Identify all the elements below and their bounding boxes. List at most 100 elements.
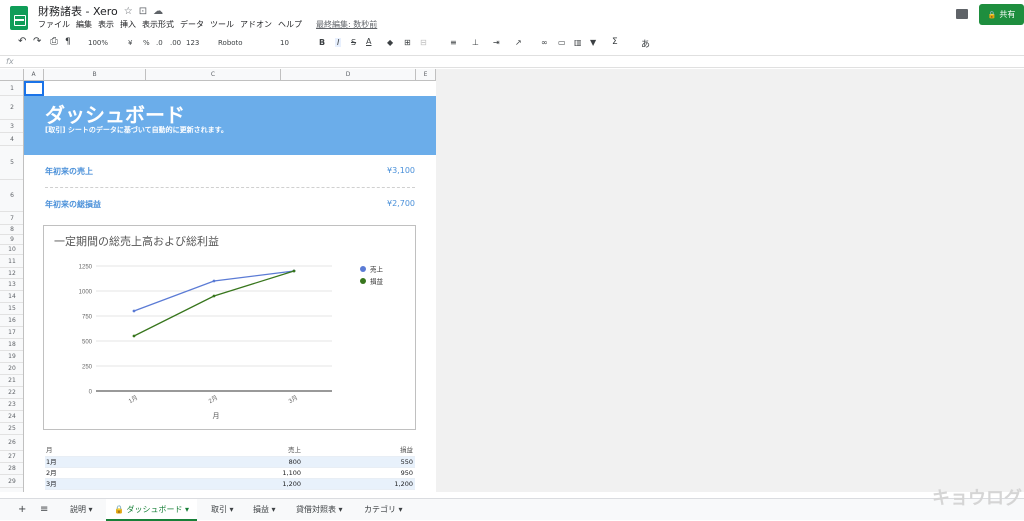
- row-header[interactable]: 13: [0, 279, 23, 291]
- row-header[interactable]: 15: [0, 303, 23, 315]
- menu-format[interactable]: 表示形式: [142, 19, 174, 30]
- row-header[interactable]: 3: [0, 120, 23, 133]
- link-icon[interactable]: ∞: [541, 38, 548, 47]
- menu-tools[interactable]: ツール: [210, 19, 234, 30]
- tab-label: ダッシュボード: [126, 505, 183, 514]
- row-header[interactable]: 26: [0, 435, 23, 451]
- row-header[interactable]: 20: [0, 363, 23, 375]
- table-cell: 950: [400, 469, 413, 477]
- row-header[interactable]: 10: [0, 245, 23, 255]
- row-header[interactable]: 18: [0, 339, 23, 351]
- tab-balance-sheet[interactable]: 貸借対照表 ▾: [288, 499, 351, 521]
- font-select[interactable]: Roboto: [218, 39, 243, 47]
- lock-icon: 🔒: [987, 10, 997, 19]
- row-header[interactable]: 2: [0, 96, 23, 120]
- text-rotate-icon[interactable]: ↗: [515, 38, 522, 47]
- row-header[interactable]: 8: [0, 225, 23, 235]
- input-tools-button[interactable]: あ: [641, 37, 650, 50]
- move-folder-icon[interactable]: ⊡: [139, 6, 147, 17]
- row-header[interactable]: 27: [0, 451, 23, 463]
- row-header[interactable]: 7: [0, 212, 23, 225]
- tab-categories[interactable]: カテゴリ ▾: [356, 499, 411, 521]
- selected-cell[interactable]: [24, 81, 44, 96]
- borders-icon[interactable]: ⊞: [404, 38, 411, 47]
- row-header[interactable]: 9: [0, 235, 23, 245]
- row-header[interactable]: 21: [0, 375, 23, 387]
- row-header[interactable]: 14: [0, 291, 23, 303]
- print-icon[interactable]: ⎙: [50, 36, 58, 47]
- select-all-corner[interactable]: [0, 69, 24, 81]
- tab-instructions[interactable]: 説明 ▾: [62, 499, 101, 521]
- row-header[interactable]: 5: [0, 146, 23, 180]
- row-header[interactable]: 6: [0, 180, 23, 212]
- table-cell: 1,100: [282, 469, 301, 477]
- redo-icon[interactable]: ↷: [33, 36, 41, 47]
- text-wrap-icon[interactable]: ⇥: [493, 38, 500, 47]
- menu-addons[interactable]: アドオン: [240, 19, 272, 30]
- table-cell: 3月: [46, 480, 57, 488]
- menu-insert[interactable]: 挿入: [120, 19, 136, 30]
- row-header[interactable]: 23: [0, 399, 23, 411]
- tab-transactions[interactable]: 取引 ▾: [203, 499, 242, 521]
- y-tick-label: 1250: [79, 265, 93, 271]
- tab-pnl[interactable]: 損益 ▾: [245, 499, 284, 521]
- increase-decimal-button[interactable]: .00: [170, 39, 181, 47]
- align-horizontal-icon[interactable]: ≡: [450, 38, 457, 47]
- sheets-logo-icon[interactable]: [10, 6, 28, 30]
- merge-cells-icon[interactable]: ⊟: [420, 38, 427, 47]
- table-header-row: 月 売上 損益: [45, 443, 415, 457]
- functions-icon[interactable]: Σ: [612, 37, 618, 47]
- menu-data[interactable]: データ: [180, 19, 204, 30]
- font-size-select[interactable]: 10: [280, 39, 289, 47]
- align-vertical-icon[interactable]: ⊥: [472, 38, 479, 47]
- share-button[interactable]: 🔒 共有: [979, 4, 1024, 25]
- line-chart[interactable]: 一定期間の総売上高および総利益 0 250 500 750 1000 1250 1月 2月 3月月…: [43, 225, 416, 430]
- fill-color-icon[interactable]: ◆: [387, 38, 393, 47]
- data-point: [212, 279, 216, 283]
- currency-button[interactable]: ¥: [128, 39, 132, 47]
- row-header[interactable]: 22: [0, 387, 23, 399]
- all-sheets-button[interactable]: ≡: [40, 499, 48, 521]
- column-header-e[interactable]: E: [416, 69, 436, 81]
- decrease-decimal-button[interactable]: .0: [156, 39, 163, 47]
- undo-icon[interactable]: ↶: [18, 36, 26, 47]
- row-header[interactable]: 29: [0, 475, 23, 488]
- formula-bar[interactable]: fx: [0, 55, 1024, 68]
- last-edit-link[interactable]: 最終編集: 数秒前: [316, 19, 377, 30]
- row-header[interactable]: 11: [0, 255, 23, 268]
- row-header[interactable]: 12: [0, 268, 23, 279]
- document-title[interactable]: 財務諸表 - Xero: [38, 3, 118, 19]
- menu-help[interactable]: ヘルプ: [278, 19, 302, 30]
- add-sheet-button[interactable]: +: [18, 499, 26, 521]
- menu-edit[interactable]: 編集: [76, 19, 92, 30]
- row-header[interactable]: 4: [0, 133, 23, 146]
- column-header-c[interactable]: C: [146, 69, 281, 81]
- menu-view[interactable]: 表示: [98, 19, 114, 30]
- more-formats-button[interactable]: 123: [186, 39, 199, 47]
- row-header[interactable]: 19: [0, 351, 23, 363]
- menu-file[interactable]: ファイル: [38, 19, 70, 30]
- x-axis-label: 月: [213, 412, 220, 420]
- row-header[interactable]: 25: [0, 423, 23, 435]
- comment-insert-icon[interactable]: ▭: [558, 38, 566, 47]
- row-header[interactable]: 28: [0, 463, 23, 475]
- percent-button[interactable]: %: [143, 39, 150, 47]
- tab-dashboard[interactable]: 🔒 ダッシュボード ▾: [106, 499, 198, 521]
- row-header[interactable]: 16: [0, 315, 23, 327]
- zoom-select[interactable]: 100%: [88, 39, 108, 47]
- strikethrough-button[interactable]: S: [351, 38, 356, 47]
- row-header[interactable]: 1: [0, 81, 23, 96]
- column-header-b[interactable]: B: [44, 69, 146, 81]
- star-icon[interactable]: ☆: [124, 6, 133, 17]
- italic-button[interactable]: I: [335, 38, 342, 47]
- bold-button[interactable]: B: [319, 38, 325, 47]
- filter-icon[interactable]: ▼: [590, 38, 596, 47]
- text-color-button[interactable]: A: [366, 37, 371, 46]
- column-header-d[interactable]: D: [281, 69, 416, 81]
- comments-icon[interactable]: [956, 9, 968, 19]
- row-header[interactable]: 24: [0, 411, 23, 423]
- chart-insert-icon[interactable]: ▥: [574, 38, 582, 47]
- column-header-a[interactable]: A: [24, 69, 44, 81]
- row-header[interactable]: 17: [0, 327, 23, 339]
- paint-format-icon[interactable]: ¶: [65, 37, 71, 47]
